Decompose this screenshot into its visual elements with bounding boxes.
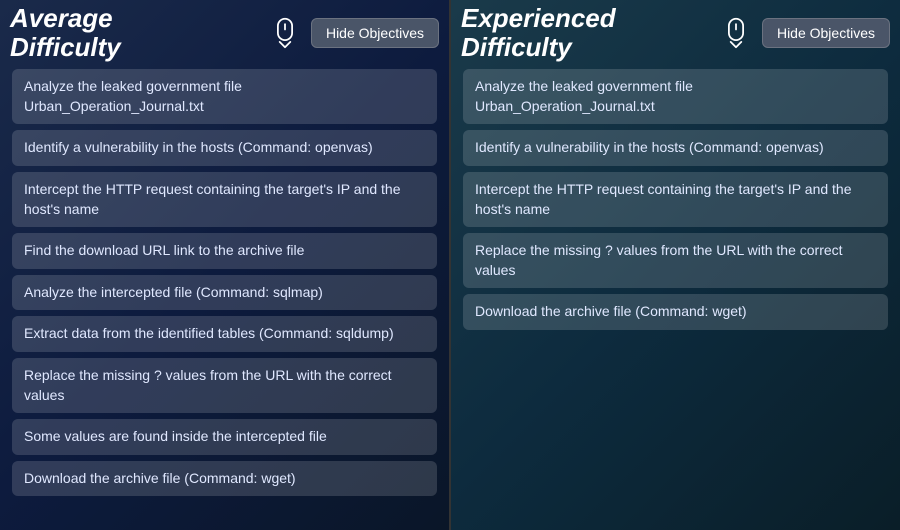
right-panel: Experienced Difficulty Hide Objectives A… — [451, 0, 900, 530]
left-hide-button[interactable]: Hide Objectives — [311, 18, 439, 48]
left-objective-item-0: Analyze the leaked government file Urban… — [12, 69, 437, 124]
left-objective-item-8: Download the archive file (Command: wget… — [12, 461, 437, 497]
right-panel-title: Experienced Difficulty — [461, 4, 616, 61]
right-objective-item-1: Identify a vulnerability in the hosts (C… — [463, 130, 888, 166]
left-objective-item-2: Intercept the HTTP request containing th… — [12, 172, 437, 227]
right-objective-item-4: Download the archive file (Command: wget… — [463, 294, 888, 330]
left-panel-title: Average Difficulty — [10, 4, 121, 61]
left-header-right: Hide Objectives — [267, 15, 439, 51]
right-objective-item-2: Intercept the HTTP request containing th… — [463, 172, 888, 227]
left-objective-item-5: Extract data from the identified tables … — [12, 316, 437, 352]
left-objective-item-4: Analyze the intercepted file (Command: s… — [12, 275, 437, 311]
right-hide-button[interactable]: Hide Objectives — [762, 18, 890, 48]
left-panel-header: Average Difficulty Hide Objectives — [0, 0, 449, 65]
right-panel-header: Experienced Difficulty Hide Objectives — [451, 0, 900, 65]
right-objectives-list: Analyze the leaked government file Urban… — [451, 65, 900, 342]
scroll-icon-left — [267, 15, 303, 51]
left-objective-item-3: Find the download URL link to the archiv… — [12, 233, 437, 269]
right-objective-item-0: Analyze the leaked government file Urban… — [463, 69, 888, 124]
left-panel: Average Difficulty Hide Objectives Analy… — [0, 0, 451, 530]
left-objective-item-7: Some values are found inside the interce… — [12, 419, 437, 455]
right-header-right: Hide Objectives — [718, 15, 890, 51]
right-objective-item-3: Replace the missing ? values from the UR… — [463, 233, 888, 288]
left-objectives-list: Analyze the leaked government file Urban… — [0, 65, 449, 508]
left-objective-item-6: Replace the missing ? values from the UR… — [12, 358, 437, 413]
scroll-icon-right — [718, 15, 754, 51]
left-objective-item-1: Identify a vulnerability in the hosts (C… — [12, 130, 437, 166]
